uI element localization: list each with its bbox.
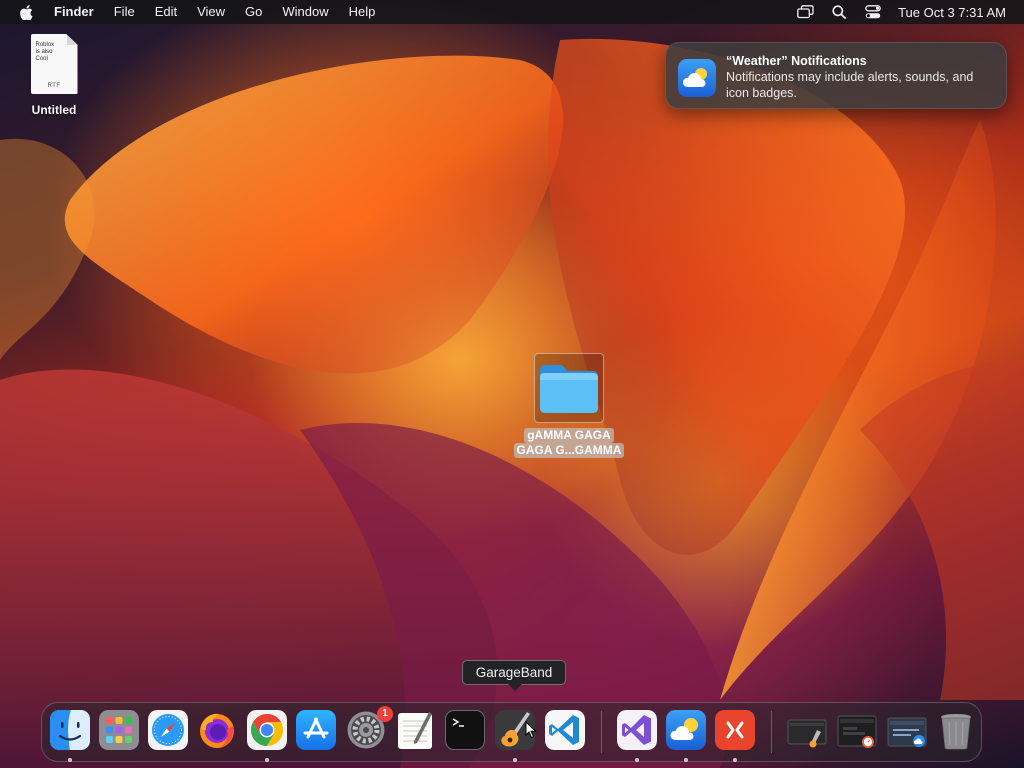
menu-app-name[interactable]: Finder xyxy=(46,0,104,24)
trash-icon xyxy=(936,710,976,750)
dock-item-finder[interactable] xyxy=(50,710,90,762)
system-settings-icon: 1 xyxy=(346,706,393,750)
dock-separator xyxy=(601,711,602,753)
menu-help[interactable]: Help xyxy=(339,0,386,24)
vscode-icon xyxy=(545,710,585,750)
dock: 1 xyxy=(41,702,982,762)
launchpad-icon xyxy=(99,710,139,750)
dock-item-trash[interactable] xyxy=(936,710,976,750)
notification-badge: 1 xyxy=(377,706,393,722)
menu-edit[interactable]: Edit xyxy=(145,0,187,24)
menu-bar-clock[interactable]: Tue Oct 3 7:31 AM xyxy=(898,5,1006,20)
running-indicator xyxy=(68,758,72,762)
remote-desktop-icon xyxy=(715,710,755,750)
dock-separator xyxy=(771,711,772,753)
weather-icon xyxy=(678,59,716,97)
safari-icon xyxy=(148,710,188,750)
notification-text: “Weather” Notifications Notifications ma… xyxy=(726,53,994,100)
chrome-icon xyxy=(247,710,287,750)
menu-bar: Finder File Edit View Go Window Help Tue… xyxy=(0,0,1024,24)
dock-item-weather[interactable] xyxy=(666,710,706,762)
app-store-icon xyxy=(296,710,336,750)
notification-banner[interactable]: “Weather” Notifications Notifications ma… xyxy=(665,42,1007,109)
apple-logo-icon[interactable] xyxy=(19,4,33,20)
dock-item-remote-desktop[interactable] xyxy=(715,710,755,762)
control-center-icon[interactable] xyxy=(864,4,882,20)
textedit-icon xyxy=(395,710,435,750)
folder-name-label: gAMMA GAGA GAGA G...GAMMA xyxy=(513,428,625,458)
dock-item-safari[interactable] xyxy=(148,710,188,750)
file-kind-label: RTF xyxy=(47,83,61,89)
file-name-label: Untitled xyxy=(31,103,77,117)
dock-item-app-store[interactable] xyxy=(296,710,336,750)
minimized-window-icon xyxy=(887,710,927,750)
dock-item-visual-studio[interactable] xyxy=(617,710,657,762)
desktop-file-untitled[interactable]: Roblox is also Cool RTF Untitled xyxy=(18,34,90,117)
dock-minimized-garageband-window[interactable] xyxy=(787,710,827,750)
menu-bar-status-area: Tue Oct 3 7:31 AM xyxy=(788,0,1024,24)
dock-item-system-settings[interactable]: 1 xyxy=(346,706,393,750)
menu-go[interactable]: Go xyxy=(235,0,272,24)
dock-minimized-weather-window[interactable] xyxy=(887,710,927,750)
dock-item-textedit[interactable] xyxy=(395,710,435,750)
menu-file[interactable]: File xyxy=(104,0,145,24)
folder-icon xyxy=(540,365,598,413)
dock-tooltip: GarageBand xyxy=(462,660,566,691)
firefox-icon xyxy=(197,710,237,750)
notification-title: “Weather” Notifications xyxy=(726,54,867,68)
weather-icon xyxy=(666,710,706,750)
dock-minimized-safari-window[interactable] xyxy=(837,710,877,750)
folder-selection-box xyxy=(534,353,604,423)
desktop-folder-gamma-gaga[interactable]: gAMMA GAGA GAGA G...GAMMA xyxy=(508,353,630,459)
minimized-window-icon xyxy=(837,710,877,750)
mouse-cursor-icon xyxy=(525,720,537,744)
visual-studio-icon xyxy=(617,710,657,750)
menu-view[interactable]: View xyxy=(187,0,235,24)
folder-name-line1: gAMMA GAGA xyxy=(524,428,614,443)
running-indicator xyxy=(635,758,639,762)
rtf-document-icon: Roblox is also Cool RTF xyxy=(30,34,78,94)
running-indicator xyxy=(513,758,517,762)
minimized-window-icon xyxy=(787,710,827,750)
terminal-icon xyxy=(445,710,485,750)
notification-body: Notifications may include alerts, sounds… xyxy=(726,70,974,100)
file-preview-text: Roblox is also Cool xyxy=(35,42,55,62)
dock-item-launchpad[interactable] xyxy=(99,710,139,750)
spotlight-search-icon[interactable] xyxy=(830,4,848,20)
running-indicator xyxy=(733,758,737,762)
menu-window[interactable]: Window xyxy=(272,0,338,24)
screen-mirroring-icon[interactable] xyxy=(796,4,814,20)
running-indicator xyxy=(265,758,269,762)
finder-icon xyxy=(50,710,90,750)
dock-item-terminal[interactable] xyxy=(445,710,485,750)
folder-name-line2: GAGA G...GAMMA xyxy=(513,443,625,458)
dock-item-chrome[interactable] xyxy=(247,710,287,762)
running-indicator xyxy=(684,758,688,762)
dock-item-firefox[interactable] xyxy=(197,710,237,750)
dock-item-vscode[interactable] xyxy=(545,710,585,750)
